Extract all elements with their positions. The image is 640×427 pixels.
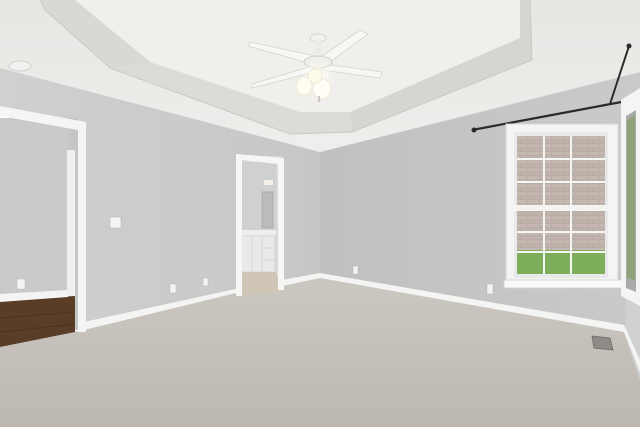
outlet-mid <box>202 277 209 287</box>
outlet-window-wall <box>486 283 494 295</box>
light-switch <box>109 216 122 229</box>
window-side <box>621 88 640 306</box>
floor-vent <box>591 335 614 351</box>
empty-bedroom-photo <box>0 0 640 427</box>
window-main <box>503 123 623 289</box>
outlet-right-wall <box>352 265 359 275</box>
smoke-detector <box>8 60 32 72</box>
bathroom-doorway <box>236 154 284 296</box>
outlet-left <box>169 283 177 294</box>
left-doorway <box>0 106 86 347</box>
